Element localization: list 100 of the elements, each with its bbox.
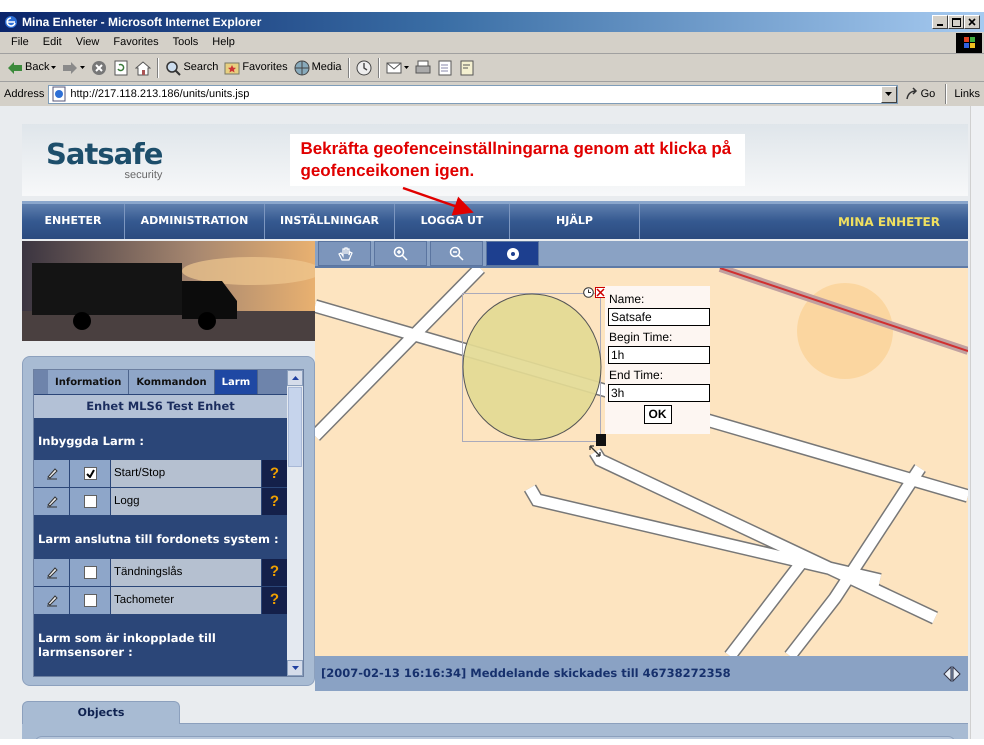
address-field[interactable]: http://217.118.213.186/units/units.jsp <box>48 84 898 104</box>
favorites-button[interactable]: Favorites <box>221 56 291 80</box>
alarm-name: Tachometer <box>111 586 261 614</box>
section-title: Inbyggda Larm : <box>37 433 145 450</box>
checkbox[interactable] <box>84 467 96 480</box>
delete-icon[interactable] <box>595 287 606 298</box>
menu-item[interactable]: Edit <box>36 34 69 51</box>
tab[interactable]: Objects <box>22 701 180 724</box>
section-title: Larm anslutna till fordonets system : <box>37 531 280 548</box>
pencil-icon[interactable] <box>46 495 58 508</box>
resize-handle[interactable] <box>596 434 606 446</box>
zoom-out-tool-button[interactable] <box>430 241 483 266</box>
maximize-button[interactable] <box>948 15 964 29</box>
dropdown-button[interactable] <box>880 86 897 102</box>
address-label: Address <box>4 86 44 102</box>
tab[interactable]: Larm <box>214 370 258 394</box>
close-icon <box>968 18 976 26</box>
scrollbar[interactable] <box>970 106 984 739</box>
menu-item[interactable]: Help <box>205 34 242 51</box>
ok-button[interactable]: OK <box>644 405 672 424</box>
zoom-out-icon <box>448 246 464 262</box>
status-message: [2007-02-13 16:16:34] Meddelande skickades till 46738272358 <box>321 664 731 682</box>
stop-icon <box>91 60 108 76</box>
scroll-down-button[interactable] <box>287 660 303 676</box>
annotation-callout: Bekräfta geofenceinställningarna genom att klicka på geofenceikonen igen. <box>290 134 746 186</box>
note-icon <box>458 60 475 76</box>
right-arrow-icon[interactable] <box>952 666 962 682</box>
checkbox[interactable] <box>84 594 96 607</box>
page-icon <box>51 86 68 102</box>
page-title: MINA ENHETER <box>838 214 940 230</box>
go-arrow-icon <box>904 87 919 101</box>
nav-link[interactable]: ADMINISTRATION <box>125 204 265 239</box>
alarm-name: Tändningslås <box>111 558 261 586</box>
document-icon <box>436 60 453 76</box>
back-button[interactable]: Back <box>4 56 60 80</box>
globe-icon <box>294 60 310 76</box>
maximize-icon <box>952 18 960 26</box>
window-title: Mina Enheter - Microsoft Internet Explorer <box>22 14 262 31</box>
home-icon <box>135 60 152 76</box>
help-link[interactable]: ? <box>262 460 287 488</box>
refresh-icon <box>113 60 130 76</box>
caret-icon <box>292 376 298 380</box>
help-link[interactable]: ? <box>262 586 287 614</box>
field-label: Name: <box>609 293 646 305</box>
go-button[interactable]: Go <box>902 82 938 106</box>
text-field[interactable]: Satsafe <box>608 308 710 326</box>
mail-icon <box>386 60 402 76</box>
scroll-thumb[interactable] <box>288 387 302 467</box>
logo-subtitle: security <box>124 170 162 180</box>
printer-icon <box>414 60 431 76</box>
clock-icon <box>356 60 372 76</box>
section-title: Larm som är inkopplade till larmsensorer : <box>37 630 217 662</box>
timer-icon[interactable] <box>583 287 594 298</box>
minimize-button[interactable] <box>932 15 948 29</box>
checkbox[interactable] <box>84 566 96 579</box>
back-arrow-icon <box>7 60 23 76</box>
tab[interactable]: Information <box>48 370 130 394</box>
windows-logo-icon <box>956 32 982 52</box>
resize-arrow-icon <box>588 444 602 458</box>
nav-link[interactable]: LOGGA UT <box>395 204 510 239</box>
close-button[interactable] <box>964 15 980 29</box>
checkbox[interactable] <box>84 495 96 508</box>
search-icon <box>165 60 182 76</box>
nav-link[interactable]: HJÄLP <box>510 204 640 239</box>
scroll-up-button[interactable] <box>287 370 303 386</box>
left-arrow-icon[interactable] <box>942 666 952 682</box>
panel-heading: Enhet MLS6 Test Enhet <box>34 395 287 418</box>
pencil-icon[interactable] <box>46 566 58 579</box>
scrollbar[interactable] <box>287 370 303 676</box>
geofence-tool-button[interactable] <box>486 241 539 266</box>
text-field[interactable]: 1h <box>608 346 710 364</box>
pencil-icon[interactable] <box>46 594 58 607</box>
zoom-in-icon <box>392 246 408 262</box>
forward-arrow-icon <box>62 60 78 76</box>
logo: Satsafe <box>46 140 162 168</box>
text-field[interactable]: 3h <box>608 384 710 402</box>
zoom-in-tool-button[interactable] <box>374 241 427 266</box>
tab[interactable]: Kommandon <box>129 370 215 394</box>
caret-icon <box>292 666 298 670</box>
menu-item[interactable]: Favorites <box>106 34 166 51</box>
browser-icon <box>4 15 18 29</box>
field-label: End Time: <box>609 369 664 381</box>
circle-icon <box>504 246 520 262</box>
field-label: Begin Time: <box>609 331 674 343</box>
media-button[interactable]: Media <box>290 56 345 80</box>
menu-item[interactable]: View <box>68 34 106 51</box>
caret-icon <box>885 92 892 96</box>
help-link[interactable]: ? <box>262 558 287 586</box>
help-link[interactable]: ? <box>262 488 287 516</box>
nav-link[interactable]: INSTÄLLNINGAR <box>265 204 395 239</box>
links-button[interactable]: Links <box>954 86 980 102</box>
pan-tool-button[interactable] <box>318 241 371 266</box>
pencil-icon[interactable] <box>46 467 58 480</box>
menu-item[interactable]: File <box>4 34 36 51</box>
search-button[interactable]: Search <box>162 56 222 80</box>
address-text: http://217.118.213.186/units/units.jsp <box>70 86 250 102</box>
menu-item[interactable]: Tools <box>166 34 206 51</box>
hand-icon <box>336 246 352 262</box>
nav-link[interactable]: ENHETER <box>22 204 125 239</box>
alarm-name: Start/Stop <box>111 460 261 488</box>
